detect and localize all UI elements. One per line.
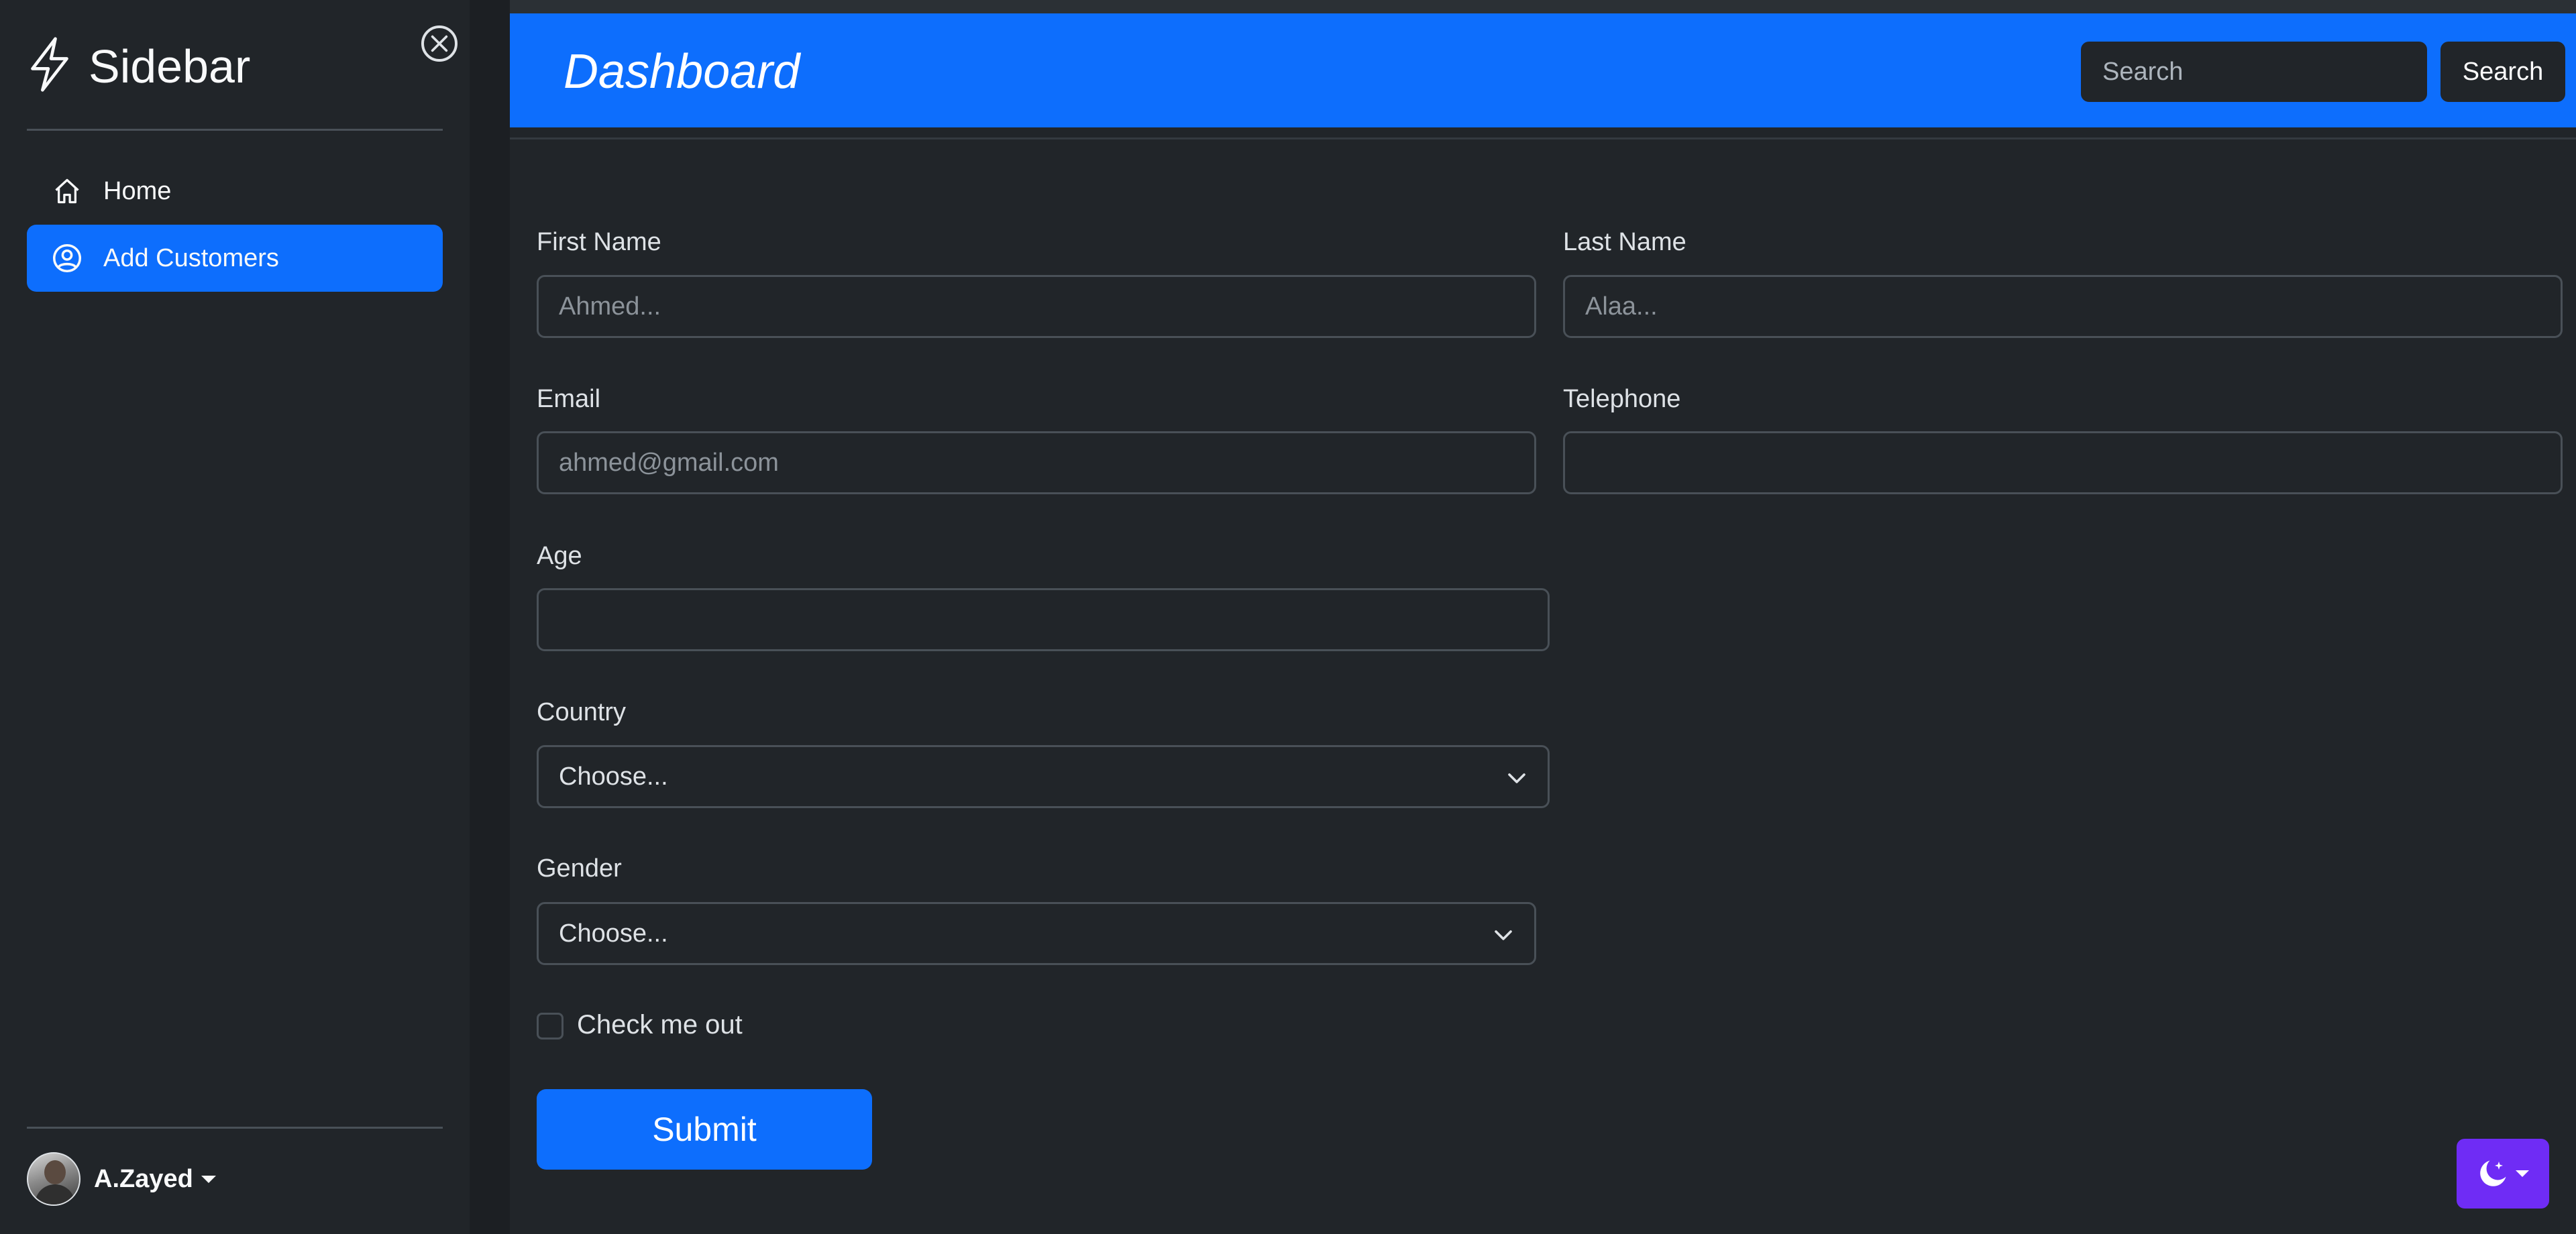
page-title: Dashboard [564, 45, 800, 99]
search-button[interactable]: Search [2440, 42, 2565, 102]
country-select-value: Choose... [559, 762, 668, 791]
first-name-label: First Name [537, 228, 661, 256]
lightning-icon [27, 35, 72, 97]
last-name-field[interactable] [1563, 275, 2563, 338]
gender-label: Gender [537, 854, 622, 883]
sidebar-nav: Home Add Customers [27, 158, 443, 292]
sidebar-item-home[interactable]: Home [27, 158, 443, 225]
sidebar-title: Sidebar [89, 40, 251, 93]
theme-toggle-button[interactable] [2457, 1139, 2549, 1209]
gender-select-value: Choose... [559, 919, 668, 948]
email-field[interactable] [537, 431, 1536, 494]
sidebar-divider [27, 1127, 443, 1129]
first-name-field[interactable] [537, 275, 1536, 338]
sidebar-item-label: Home [103, 176, 172, 205]
user-name: A.Zayed [94, 1164, 193, 1193]
user-menu[interactable]: A.Zayed [27, 1152, 216, 1206]
sidebar-gutter [470, 0, 510, 1234]
close-sidebar-button[interactable] [421, 25, 458, 62]
sidebar-item-label: Add Customers [103, 243, 279, 272]
header-divider [510, 137, 2576, 139]
email-label: Email [537, 385, 601, 413]
sidebar-divider [27, 129, 443, 131]
search-input[interactable] [2081, 42, 2427, 102]
close-icon [431, 35, 448, 52]
chevron-down-icon [1495, 930, 1512, 940]
sidebar: Sidebar Home Add Customers A.Zayed [0, 0, 470, 1234]
house-icon [55, 178, 79, 204]
country-select[interactable]: Choose... [537, 745, 1550, 808]
person-circle-icon [52, 243, 82, 273]
check-me-out-label[interactable]: Check me out [577, 1010, 743, 1040]
sidebar-item-add-customers[interactable]: Add Customers [27, 225, 443, 292]
submit-button[interactable]: Submit [537, 1089, 872, 1170]
country-label: Country [537, 698, 627, 726]
moon-stars-icon [2480, 1160, 2506, 1186]
check-me-out-checkbox[interactable] [537, 1013, 564, 1040]
chevron-down-icon [1508, 773, 1525, 783]
sidebar-brand[interactable]: Sidebar [27, 35, 250, 97]
caret-down-icon [2516, 1170, 2529, 1177]
caret-down-icon [201, 1175, 216, 1183]
gender-select[interactable]: Choose... [537, 902, 1536, 965]
age-label: Age [537, 542, 582, 570]
telephone-field[interactable] [1563, 431, 2563, 494]
top-strip [510, 0, 2576, 13]
age-field[interactable] [537, 588, 1550, 651]
telephone-label: Telephone [1563, 385, 1681, 413]
header-bar: Dashboard Search [510, 13, 2576, 127]
last-name-label: Last Name [1563, 228, 1686, 256]
avatar [27, 1152, 80, 1206]
